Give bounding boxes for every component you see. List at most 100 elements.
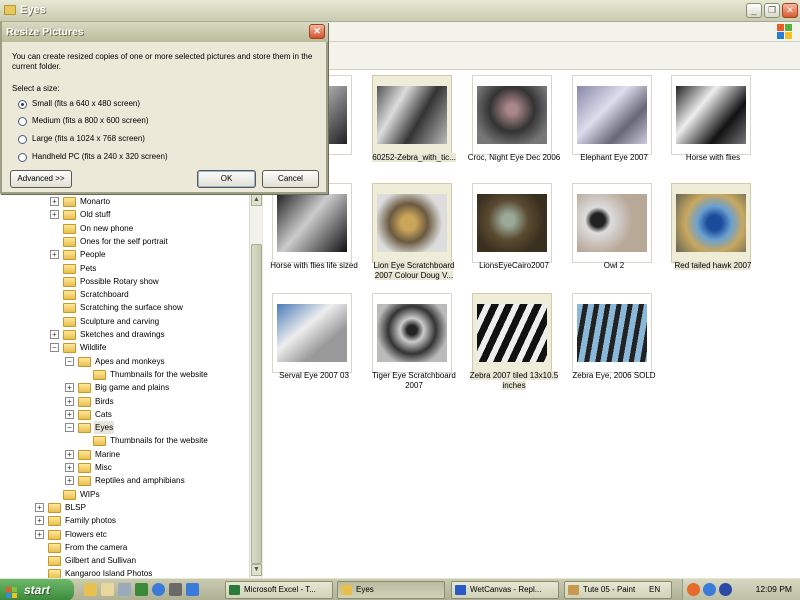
dialog-title-bar[interactable]: Resize Pictures ✕ bbox=[2, 22, 328, 42]
expand-icon[interactable]: + bbox=[50, 330, 59, 339]
task-wetcanvas[interactable]: WetCanvas - Repl... bbox=[451, 581, 559, 599]
thumbnail-image[interactable] bbox=[477, 86, 547, 144]
tree-item[interactable]: + People bbox=[0, 248, 250, 261]
thumbnail-frame[interactable] bbox=[472, 293, 552, 373]
expand-icon[interactable]: + bbox=[65, 463, 74, 472]
cancel-button[interactable]: Cancel bbox=[262, 170, 319, 188]
ok-button[interactable]: OK bbox=[197, 170, 256, 188]
tree-item[interactable]: + Family photos bbox=[0, 514, 250, 527]
thumbnail-image[interactable] bbox=[377, 194, 447, 252]
thumbnail-frame[interactable] bbox=[671, 75, 751, 155]
expand-icon[interactable]: + bbox=[65, 383, 74, 393]
thumbnail-item[interactable]: Zebra 2007 tiled 13x10.5 inches bbox=[468, 293, 564, 403]
tree-item[interactable]: + Birds bbox=[0, 395, 250, 408]
thumbnail-item[interactable]: Croc, Night Eye Dec 2006 bbox=[468, 75, 564, 185]
tree-item[interactable]: Pets bbox=[0, 262, 250, 275]
start-button[interactable]: start bbox=[0, 579, 74, 600]
expand-icon[interactable]: + bbox=[65, 449, 74, 459]
tray-icon[interactable] bbox=[719, 583, 732, 596]
minimize-button[interactable]: _ bbox=[746, 3, 762, 18]
tree-item[interactable]: + BLSP bbox=[0, 501, 250, 514]
thumbnail-image[interactable] bbox=[676, 86, 746, 144]
thumbnail-item[interactable]: Tiger Eye Scratchboard 2007 bbox=[368, 293, 464, 403]
thumbnail-item[interactable]: Serval Eye 2007 03 bbox=[268, 293, 364, 403]
tree-item[interactable]: Ones for the self portrait bbox=[0, 235, 250, 248]
tree-item[interactable]: + Big game and plains bbox=[0, 381, 250, 394]
tree-item[interactable]: + Reptiles and amphibians bbox=[0, 474, 250, 487]
radio-button[interactable] bbox=[18, 100, 27, 109]
tree-scrollbar[interactable]: ▲ ▼ bbox=[249, 194, 262, 578]
expand-icon[interactable]: + bbox=[50, 197, 59, 206]
thumbnail-item[interactable]: Zebra Eye, 2006 SOLD bbox=[568, 293, 664, 403]
maximize-button[interactable]: ❐ bbox=[764, 3, 780, 18]
tree-item[interactable]: − Wildlife bbox=[0, 341, 250, 354]
tree-item[interactable]: Scratching the surface show bbox=[0, 301, 250, 314]
thumbnail-frame[interactable] bbox=[272, 293, 352, 373]
expand-icon[interactable]: + bbox=[35, 529, 44, 539]
tree-item[interactable]: + Marine bbox=[0, 448, 250, 461]
tree-item[interactable]: Gilbert and Sullivan bbox=[0, 554, 250, 567]
thumbnail-item[interactable]: 60252-Zebra_with_tic... bbox=[368, 75, 464, 185]
thumbnail-item[interactable]: Owl 2 bbox=[568, 183, 664, 293]
tree-item[interactable]: + Flowers etc bbox=[0, 528, 250, 541]
scrollbar-thumb[interactable] bbox=[251, 244, 262, 564]
thumbnail-frame[interactable] bbox=[472, 183, 552, 263]
collapse-icon[interactable]: − bbox=[50, 343, 59, 353]
quicklaunch-icon[interactable] bbox=[135, 583, 148, 596]
thumbnail-image[interactable] bbox=[477, 304, 547, 362]
quicklaunch-icon[interactable] bbox=[118, 583, 131, 596]
expand-icon[interactable]: + bbox=[65, 396, 74, 406]
tree-item[interactable]: Scratchboard bbox=[0, 288, 250, 301]
quicklaunch-icon[interactable] bbox=[169, 583, 182, 596]
thumbnail-item[interactable]: LionsEyeCairo2007 bbox=[468, 183, 564, 293]
explorer-icon[interactable] bbox=[101, 583, 114, 596]
tree-item[interactable]: − Eyes bbox=[0, 421, 250, 435]
tree-item[interactable]: Thumbnails for the website bbox=[0, 434, 250, 447]
tree-item[interactable]: + Misc bbox=[0, 461, 250, 474]
collapse-icon[interactable]: − bbox=[65, 356, 74, 366]
expand-icon[interactable]: + bbox=[35, 502, 44, 512]
scroll-down-icon[interactable]: ▼ bbox=[251, 564, 262, 576]
thumbnail-image[interactable] bbox=[577, 304, 647, 362]
thumbnail-item[interactable]: Elephant Eye 2007 bbox=[568, 75, 664, 185]
tree-item[interactable]: + Sketches and drawings bbox=[0, 328, 250, 341]
expand-icon[interactable]: + bbox=[50, 210, 59, 220]
advanced-button[interactable]: Advanced >> bbox=[10, 170, 72, 188]
tree-item[interactable]: Sculpture and carving bbox=[0, 315, 250, 328]
internet-explorer-icon[interactable] bbox=[152, 583, 165, 596]
tree-item[interactable]: + Cats bbox=[0, 408, 250, 421]
thumbnail-frame[interactable] bbox=[671, 183, 751, 263]
language-indicator[interactable]: EN bbox=[649, 585, 660, 594]
tree-item[interactable]: Thumbnails for the website bbox=[0, 368, 250, 381]
thumbnail-image[interactable] bbox=[377, 304, 447, 362]
thumbnail-frame[interactable] bbox=[572, 293, 652, 373]
title-bar[interactable]: Eyes _ ❐ ✕ bbox=[0, 0, 800, 22]
thumbnail-image[interactable] bbox=[277, 304, 347, 362]
thumbnail-frame[interactable] bbox=[272, 183, 352, 263]
task-eyes[interactable]: Eyes bbox=[337, 581, 445, 599]
thumbnail-frame[interactable] bbox=[372, 183, 452, 263]
thumbnail-image[interactable] bbox=[676, 194, 746, 252]
thumbnail-frame[interactable] bbox=[372, 293, 452, 373]
tree-item[interactable]: From the camera bbox=[0, 541, 250, 554]
task-excel[interactable]: Microsoft Excel - T... bbox=[225, 581, 333, 599]
tree-item[interactable]: + Old stuff bbox=[0, 208, 250, 221]
tree-item[interactable]: On new phone bbox=[0, 222, 250, 235]
thumbnail-image[interactable] bbox=[577, 194, 647, 252]
radio-button[interactable] bbox=[18, 117, 27, 126]
tree-item[interactable]: Kangaroo Island Photos bbox=[0, 567, 250, 578]
radio-button[interactable] bbox=[18, 153, 27, 162]
thumbnail-image[interactable] bbox=[477, 194, 547, 252]
expand-icon[interactable]: + bbox=[35, 516, 44, 526]
show-desktop-icon[interactable] bbox=[84, 583, 97, 596]
expand-icon[interactable]: + bbox=[65, 409, 74, 419]
tree-item[interactable]: Possible Rotary show bbox=[0, 275, 250, 288]
tray-icon[interactable] bbox=[703, 583, 716, 596]
tree-item[interactable]: WIPs bbox=[0, 488, 250, 501]
expand-icon[interactable]: + bbox=[50, 250, 59, 260]
thumbnail-frame[interactable] bbox=[472, 75, 552, 155]
thumbnail-item[interactable]: Red tailed hawk 2007 bbox=[667, 183, 763, 293]
tray-icon[interactable] bbox=[687, 583, 700, 596]
radio-button[interactable] bbox=[18, 135, 27, 144]
thumbnail-frame[interactable] bbox=[572, 75, 652, 155]
